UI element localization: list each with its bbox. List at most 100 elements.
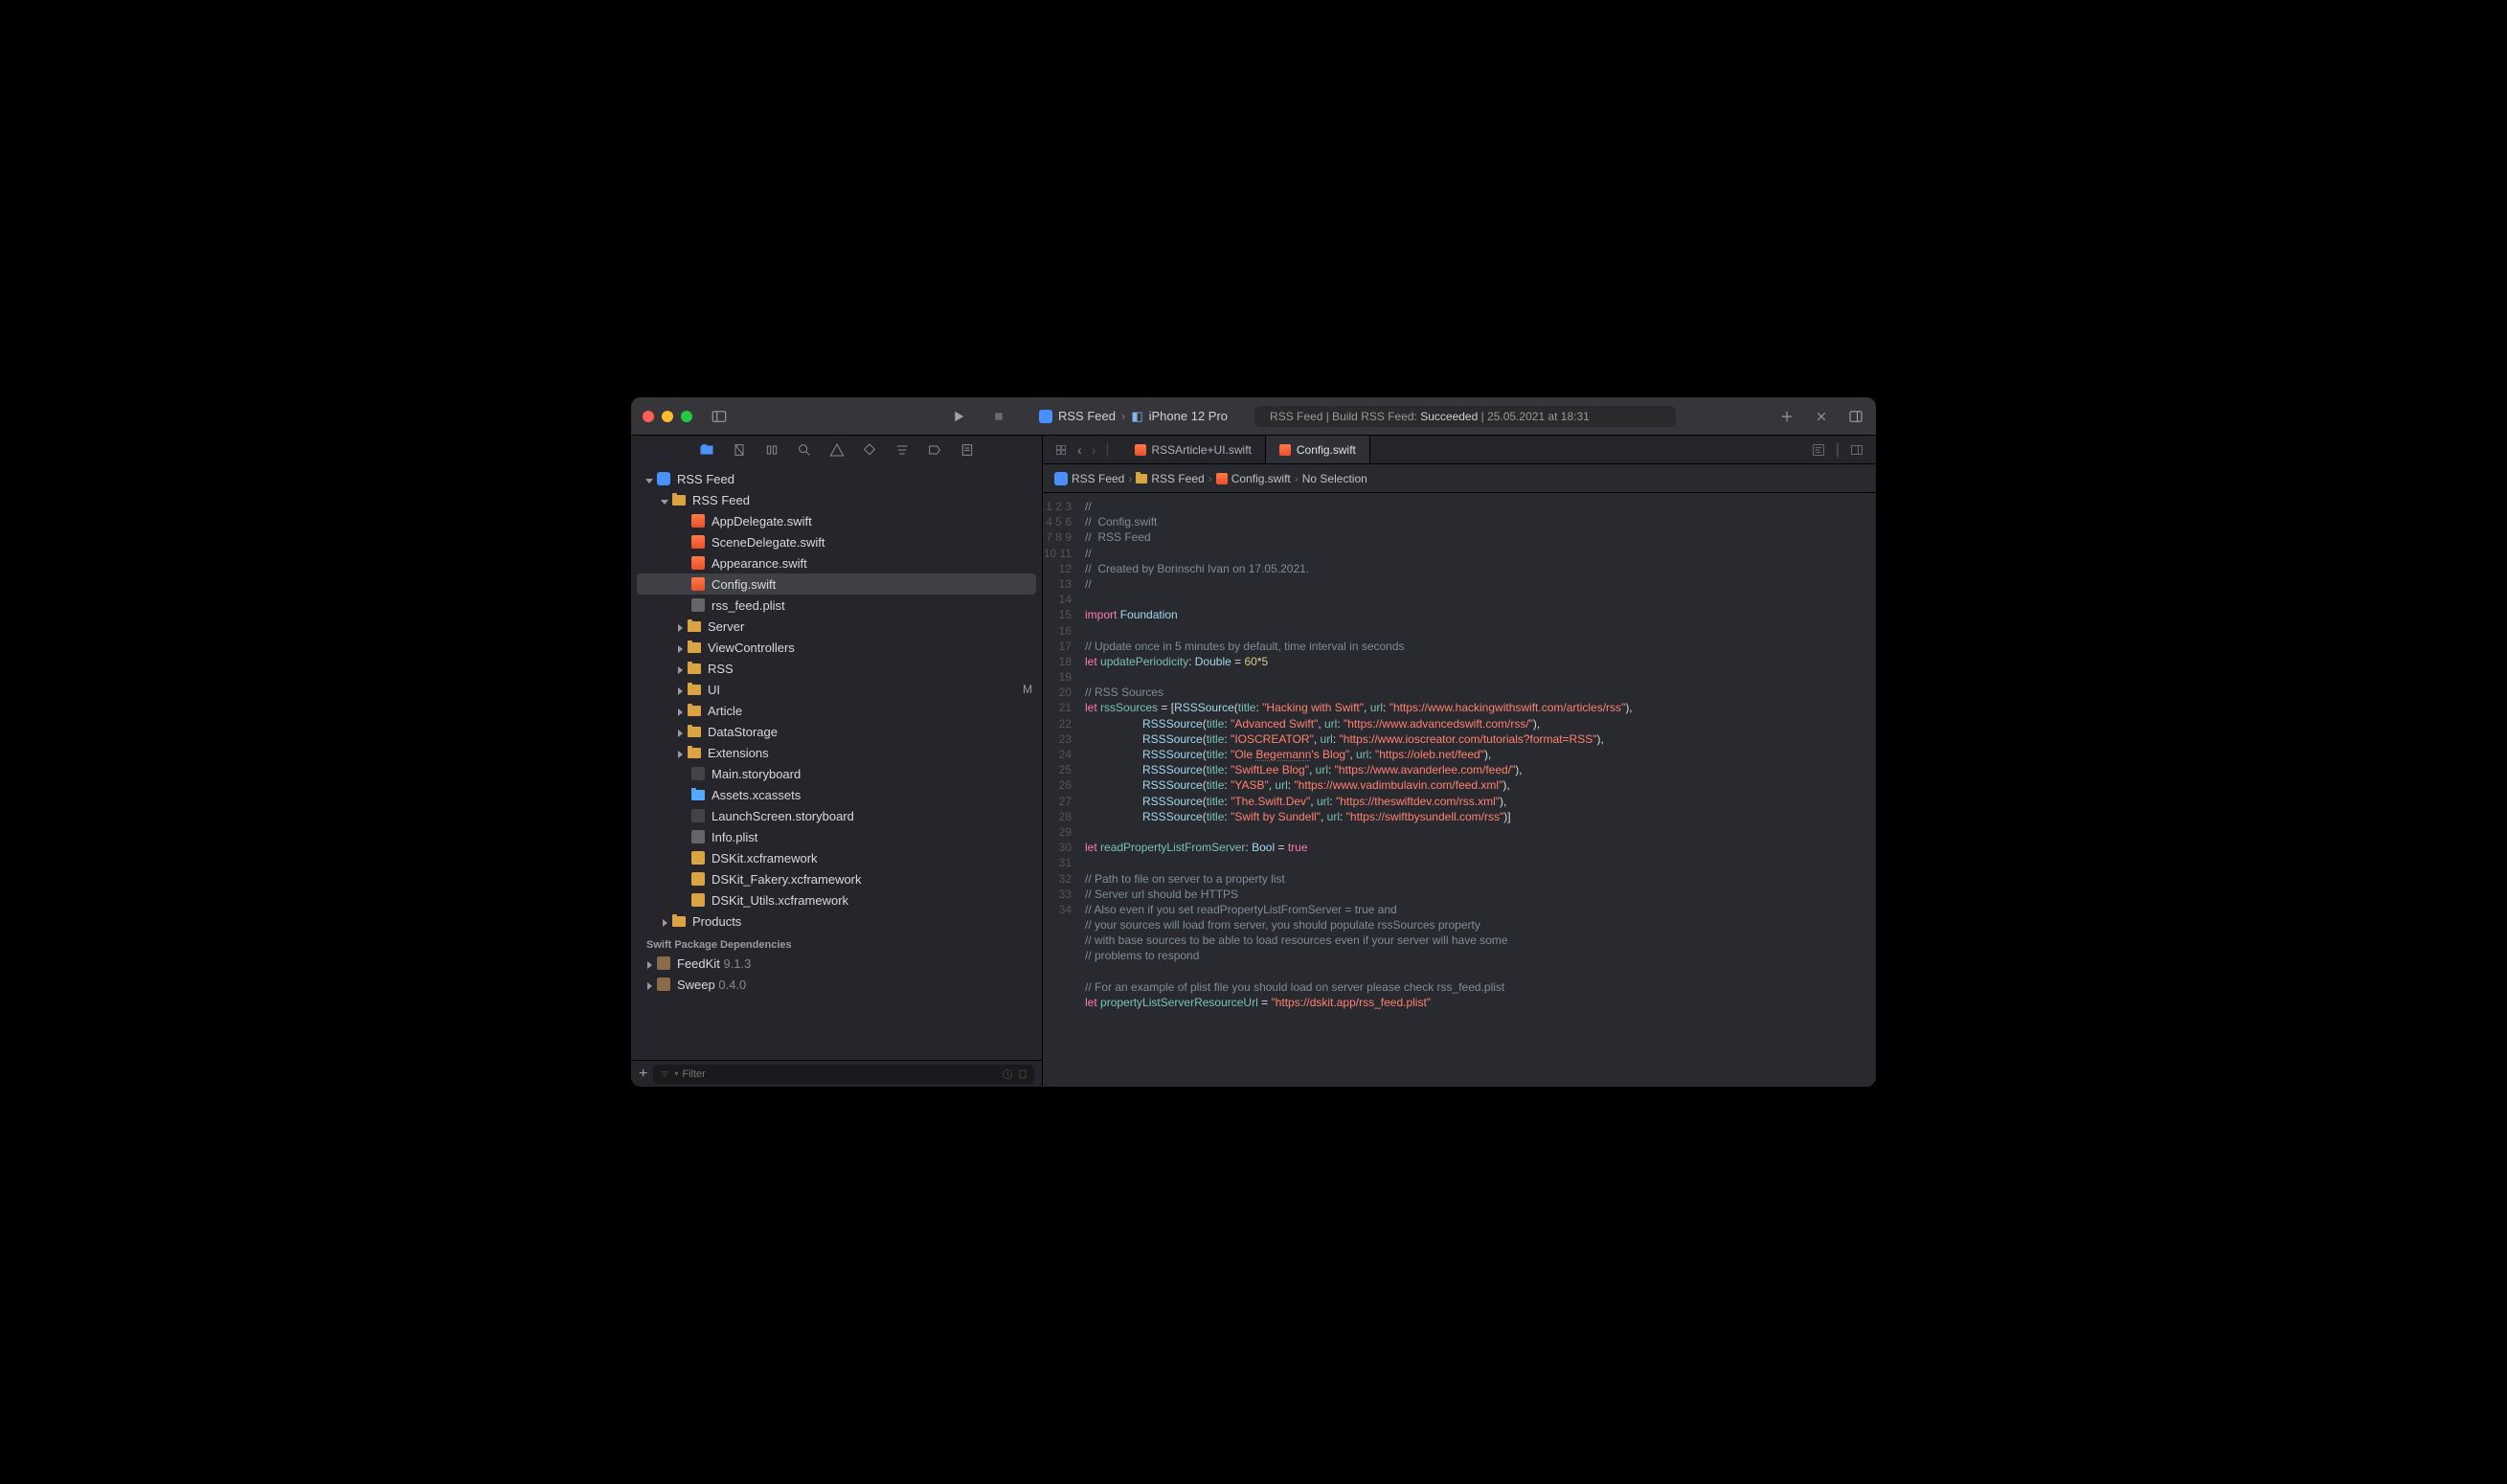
debug-icon[interactable] xyxy=(894,442,910,458)
zoom-window-button[interactable] xyxy=(681,411,692,422)
code-content[interactable]: // // Config.swift // RSS Feed // // Cre… xyxy=(1079,493,1876,1087)
app-icon xyxy=(1054,472,1068,485)
file-label: Config.swift xyxy=(711,577,776,592)
sidebar-toggle-button[interactable] xyxy=(706,405,733,428)
assets-icon xyxy=(691,790,705,800)
folder-label: ViewControllers xyxy=(708,641,795,655)
tree-file[interactable]: AppDelegate.swift xyxy=(631,510,1042,531)
bookmarks-icon[interactable] xyxy=(764,442,779,458)
code-editor[interactable]: 1 2 3 4 5 6 7 8 9 10 11 12 13 14 15 16 1… xyxy=(1043,493,1876,1087)
package-name: FeedKit xyxy=(677,956,720,971)
jump-segment[interactable]: RSS Feed xyxy=(1151,472,1204,485)
scm-filter-icon[interactable] xyxy=(1017,1068,1028,1080)
disclosure-icon[interactable] xyxy=(675,685,685,694)
tree-group[interactable]: RSS Feed xyxy=(631,489,1042,510)
editor-tab[interactable]: RSSArticle+UI.swift xyxy=(1121,436,1266,463)
tab-label: RSSArticle+UI.swift xyxy=(1152,443,1252,457)
adjust-editor-icon[interactable] xyxy=(1849,442,1864,458)
filter-field[interactable]: ▾ xyxy=(653,1065,1034,1084)
tree-file[interactable]: Appearance.swift xyxy=(631,552,1042,573)
folder-icon xyxy=(688,685,701,695)
activity-status[interactable]: RSS Feed | Build RSS Feed: Succeeded | 2… xyxy=(1254,406,1676,427)
folder-label: Article xyxy=(708,704,742,718)
issue-icon[interactable] xyxy=(829,442,845,458)
disclosure-icon[interactable] xyxy=(675,663,685,673)
test-icon[interactable] xyxy=(862,442,877,458)
add-button[interactable]: + xyxy=(639,1066,647,1083)
tree-folder[interactable]: ViewControllers xyxy=(631,637,1042,658)
forward-button[interactable]: › xyxy=(1092,442,1096,458)
tree-file[interactable]: LaunchScreen.storyboard xyxy=(631,805,1042,826)
tree-file[interactable]: Main.storyboard xyxy=(631,763,1042,784)
disclosure-icon[interactable] xyxy=(675,727,685,736)
disclosure-icon[interactable] xyxy=(675,706,685,715)
disclosure-icon[interactable] xyxy=(660,495,669,505)
package-item[interactable]: Sweep 0.4.0 xyxy=(631,974,1042,995)
tree-file[interactable]: DSKit_Utils.xcframework xyxy=(631,889,1042,911)
tree-file[interactable]: SceneDelegate.swift xyxy=(631,531,1042,552)
tree-folder[interactable]: Article xyxy=(631,700,1042,721)
find-icon[interactable] xyxy=(797,442,812,458)
tree-folder[interactable]: Products xyxy=(631,911,1042,932)
plus-icon[interactable] xyxy=(1778,408,1796,425)
library-icon[interactable] xyxy=(1847,408,1864,425)
minimap-icon[interactable] xyxy=(1811,442,1826,458)
disclosure-icon[interactable] xyxy=(660,916,669,926)
tree-file[interactable]: rss_feed.plist xyxy=(631,595,1042,616)
disclosure-icon[interactable] xyxy=(675,748,685,757)
disclosure-icon[interactable] xyxy=(675,621,685,631)
breakpoint-icon[interactable] xyxy=(927,442,942,458)
package-item[interactable]: FeedKit 9.1.3 xyxy=(631,953,1042,974)
chevron-right-icon: › xyxy=(1208,472,1212,485)
scheme-selector[interactable]: RSS Feed › ◧ iPhone 12 Pro xyxy=(1039,409,1228,424)
tree-folder[interactable]: DataStorage xyxy=(631,721,1042,742)
run-button[interactable] xyxy=(945,405,972,428)
framework-icon xyxy=(691,893,705,907)
project-navigator-icon[interactable] xyxy=(699,442,714,458)
tree-root[interactable]: RSS Feed xyxy=(631,468,1042,489)
disclosure-icon[interactable] xyxy=(644,979,654,989)
filter-input[interactable] xyxy=(682,1068,998,1080)
tree-folder[interactable]: RSS xyxy=(631,658,1042,679)
file-label: DSKit.xcframework xyxy=(711,851,818,866)
tree-file[interactable]: Info.plist xyxy=(631,826,1042,847)
tree-file-selected[interactable]: Config.swift xyxy=(637,573,1036,595)
related-items-icon[interactable] xyxy=(1054,443,1068,457)
plist-file-icon xyxy=(691,598,705,612)
stop-button[interactable] xyxy=(985,405,1012,428)
folder-icon xyxy=(688,621,701,632)
jump-bar[interactable]: RSS Feed › RSS Feed › Config.swift › No … xyxy=(1043,464,1876,493)
folder-icon xyxy=(688,727,701,737)
tree-folder[interactable]: UIM xyxy=(631,679,1042,700)
file-label: Appearance.swift xyxy=(711,556,807,571)
tree-file[interactable]: Assets.xcassets xyxy=(631,784,1042,805)
app-icon xyxy=(1039,410,1052,423)
source-control-icon[interactable] xyxy=(732,442,747,458)
close-window-button[interactable] xyxy=(643,411,654,422)
back-button[interactable]: ‹ xyxy=(1077,442,1082,458)
chevron-right-icon: › xyxy=(1121,409,1125,423)
jump-segment[interactable]: No Selection xyxy=(1302,472,1367,485)
disclosure-icon[interactable] xyxy=(644,474,654,483)
tree-file[interactable]: DSKit.xcframework xyxy=(631,847,1042,868)
package-version: 9.1.3 xyxy=(723,956,751,971)
code-review-icon[interactable] xyxy=(1813,408,1830,425)
editor-tab-active[interactable]: Config.swift xyxy=(1266,436,1370,463)
clock-icon[interactable] xyxy=(1002,1068,1013,1080)
tree-folder[interactable]: Server xyxy=(631,616,1042,637)
project-tree[interactable]: RSS Feed RSS Feed AppDelegate.swift Scen… xyxy=(631,464,1042,1060)
tree-file[interactable]: DSKit_Fakery.xcframework xyxy=(631,868,1042,889)
disclosure-icon[interactable] xyxy=(675,642,685,652)
folder-icon xyxy=(688,642,701,653)
folder-label: UI xyxy=(708,683,720,697)
jump-segment[interactable]: Config.swift xyxy=(1231,472,1291,485)
jump-segment[interactable]: RSS Feed xyxy=(1072,472,1124,485)
line-gutter: 1 2 3 4 5 6 7 8 9 10 11 12 13 14 15 16 1… xyxy=(1043,493,1079,1087)
group-name: RSS Feed xyxy=(692,493,750,507)
chevron-right-icon: › xyxy=(1295,472,1299,485)
report-icon[interactable] xyxy=(960,442,975,458)
tree-folder[interactable]: Extensions xyxy=(631,742,1042,763)
disclosure-icon[interactable] xyxy=(644,958,654,968)
minimize-window-button[interactable] xyxy=(662,411,673,422)
storyboard-icon xyxy=(691,809,705,822)
